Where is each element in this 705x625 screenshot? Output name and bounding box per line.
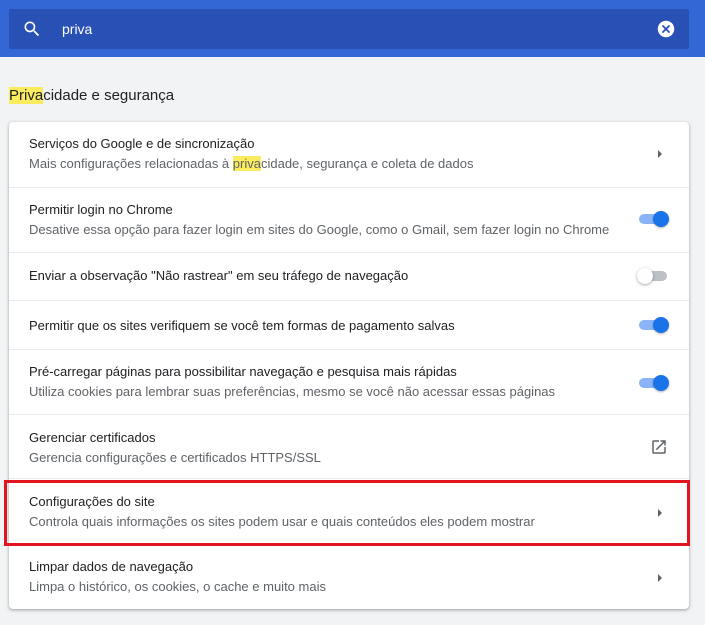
privacy-settings-card: Serviços do Google e de sincronização Ma… [9, 122, 689, 609]
toggle-preload-pages[interactable] [637, 375, 669, 391]
row-google-services[interactable]: Serviços do Google e de sincronização Ma… [9, 122, 689, 187]
chevron-right-icon[interactable] [655, 149, 665, 159]
toggle-allow-chrome-login[interactable] [637, 211, 669, 227]
row-title: Limpar dados de navegação [29, 559, 194, 574]
settings-search-box[interactable] [9, 9, 689, 49]
search-highlight: priva [232, 156, 261, 171]
header-bar [0, 0, 705, 57]
close-icon[interactable] [657, 20, 675, 38]
search-highlight: Priva [9, 87, 44, 104]
section-title: Privacidade e segurança [9, 87, 175, 104]
row-title: Pré-carregar páginas para possibilitar n… [29, 364, 457, 379]
row-title: Configurações do site [29, 494, 155, 509]
chevron-right-icon[interactable] [655, 508, 665, 518]
external-link-icon[interactable] [650, 438, 668, 456]
row-subtitle: Desative essa opção para fazer login em … [29, 222, 610, 237]
row-title: Gerenciar certificados [29, 430, 156, 445]
row-subtitle: Gerencia configurações e certificados HT… [29, 450, 321, 465]
row-allow-chrome-login[interactable]: Permitir login no Chrome Desative essa o… [9, 187, 689, 252]
toggle-payment-methods[interactable] [637, 317, 669, 333]
row-do-not-track[interactable]: Enviar a observação "Não rastrear" em se… [9, 252, 689, 300]
row-title: Permitir que os sites verifiquem se você… [29, 318, 455, 333]
row-subtitle: Limpa o histórico, os cookies, o cache e… [29, 579, 326, 594]
row-subtitle: Mais configurações relacionadas à privac… [29, 156, 474, 171]
row-title: Enviar a observação "Não rastrear" em se… [29, 268, 409, 283]
row-clear-browsing-data[interactable]: Limpar dados de navegação Limpa o histór… [9, 543, 689, 609]
row-preload-pages[interactable]: Pré-carregar páginas para possibilitar n… [9, 349, 689, 414]
search-icon [24, 21, 40, 37]
row-title: Serviços do Google e de sincronização [29, 136, 255, 151]
row-site-settings[interactable]: Configurações do site Controla quais inf… [9, 478, 689, 543]
chevron-right-icon[interactable] [655, 573, 665, 583]
row-subtitle: Utiliza cookies para lembrar suas prefer… [29, 384, 556, 399]
row-subtitle: Controla quais informações os sites pode… [29, 514, 535, 529]
row-payment-methods[interactable]: Permitir que os sites verifiquem se você… [9, 300, 689, 349]
row-title: Permitir login no Chrome [29, 202, 173, 217]
search-input[interactable] [62, 9, 642, 49]
toggle-do-not-track[interactable] [637, 268, 669, 284]
row-manage-certificates[interactable]: Gerenciar certificados Gerencia configur… [9, 414, 689, 478]
